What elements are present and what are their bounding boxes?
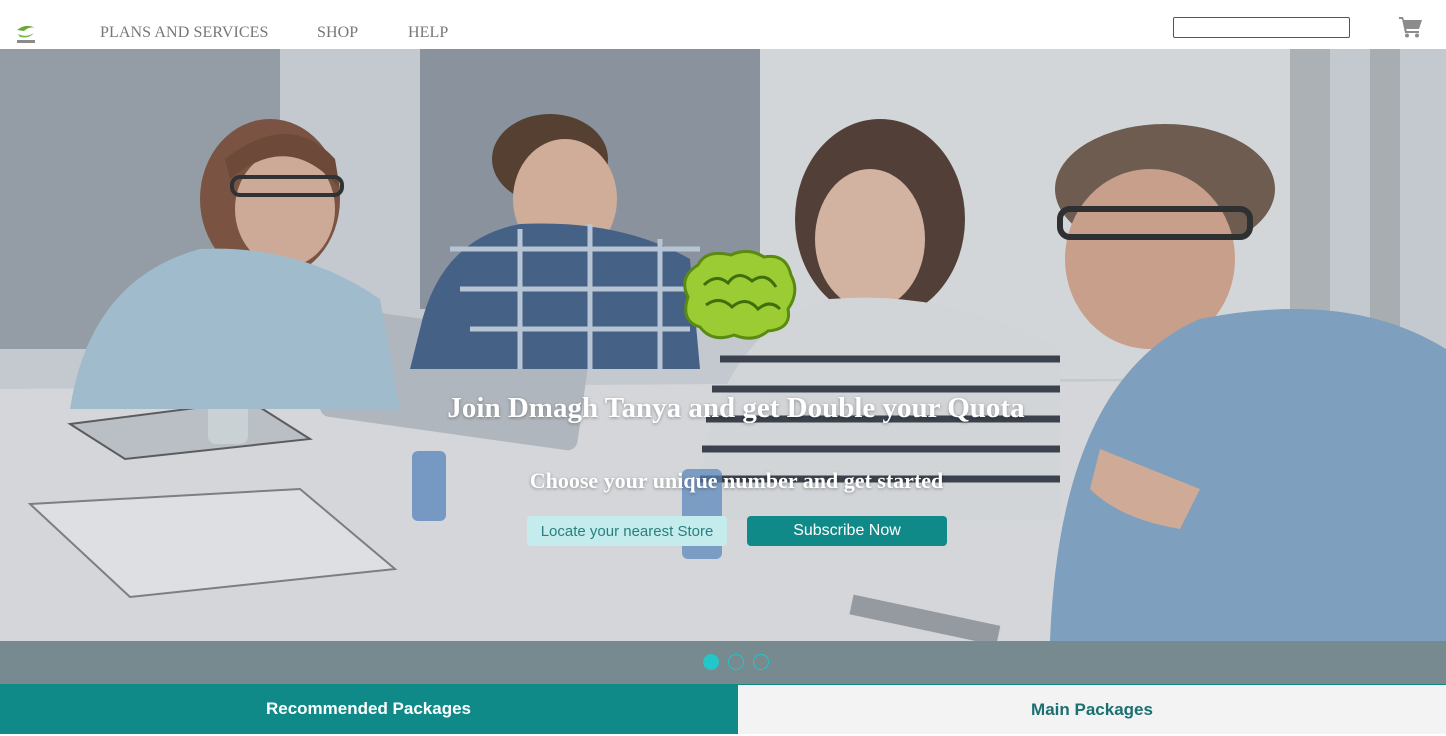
- locate-store-button[interactable]: Locate your nearest Store: [527, 516, 727, 546]
- hero-carousel: Join Dmagh Tanya and get Double your Quo…: [0, 49, 1446, 641]
- nav-link-plans-and-services[interactable]: PLANS AND SERVICES: [100, 24, 269, 42]
- tab-main-packages[interactable]: Main Packages: [737, 684, 1446, 734]
- carousel-indicator-bar: [0, 641, 1446, 684]
- hero-title: Join Dmagh Tanya and get Double your Quo…: [447, 392, 1025, 424]
- carousel-dot-1[interactable]: [703, 654, 719, 670]
- subscribe-now-button[interactable]: Subscribe Now: [747, 516, 947, 546]
- dmagh-tanya-brain-badge: [683, 250, 797, 340]
- nav-link-shop[interactable]: SHOP: [317, 24, 358, 42]
- nav-link-help[interactable]: HELP: [408, 24, 448, 42]
- hero-subtitle: Choose your unique number and get starte…: [529, 468, 944, 493]
- etisalat-logo-icon[interactable]: [14, 22, 38, 46]
- shopping-cart-icon[interactable]: [1399, 16, 1423, 38]
- hero-dim-overlay: [0, 49, 1446, 641]
- carousel-dot-3[interactable]: [753, 654, 769, 670]
- top-navbar: PLANS AND SERVICES SHOP HELP: [0, 0, 1446, 49]
- tab-recommended-packages[interactable]: Recommended Packages: [0, 684, 737, 734]
- search-input[interactable]: [1173, 17, 1350, 38]
- carousel-dot-2[interactable]: [728, 654, 744, 670]
